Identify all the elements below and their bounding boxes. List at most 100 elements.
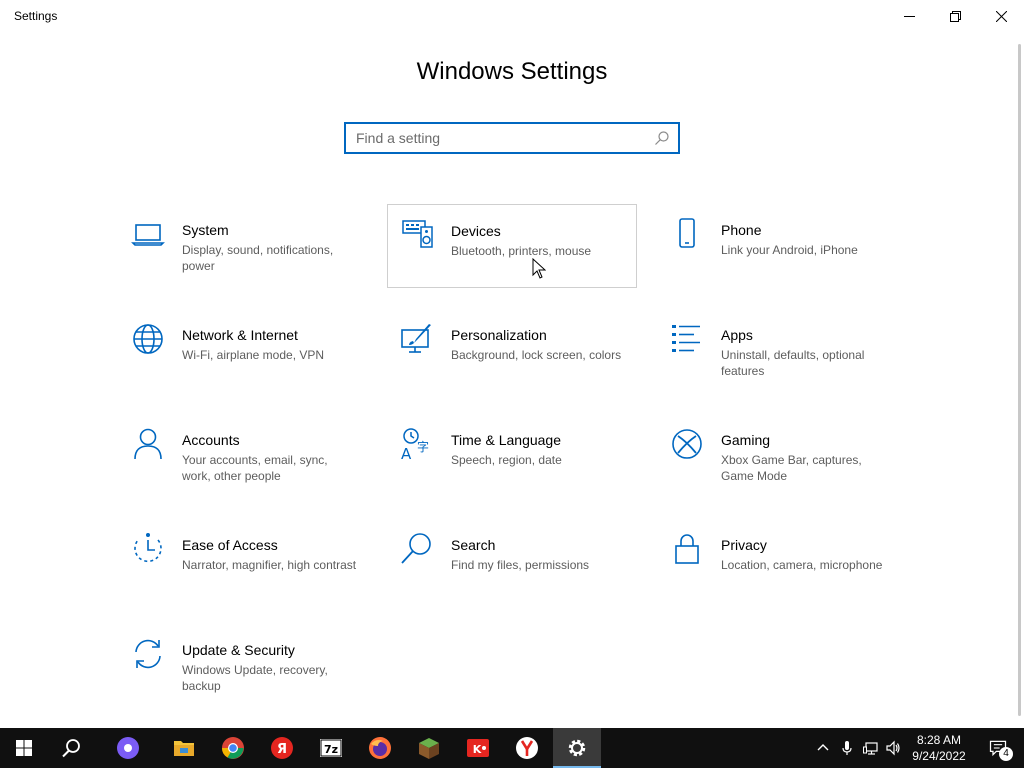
taskbar-app-file-explorer[interactable] [160,728,208,768]
chrome-icon [222,737,244,759]
minimize-button[interactable] [886,0,932,32]
laptop-icon [131,217,165,251]
gear-icon [568,739,586,757]
time-language-icon: A字 [400,427,434,463]
alice-assistant-icon [117,737,139,759]
taskbar-app-firefox[interactable] [356,728,404,768]
network-button[interactable] [859,728,883,768]
tile-label: Network & Internet [182,327,298,343]
tile-phone[interactable]: Phone Link your Android, iPhone [657,205,907,289]
taskbar-app-7zip[interactable]: 7z [307,728,355,768]
restore-icon [949,10,961,22]
svg-text:Я: Я [277,742,287,757]
sync-arrows-icon [131,637,165,671]
tile-description: Speech, region, date [451,453,562,467]
tile-update-security[interactable]: Update & Security Windows Update, recove… [118,625,368,709]
tile-description: Bluetooth, printers, mouse [451,244,592,258]
tile-label: Apps [721,327,753,343]
svg-text:K: K [473,743,482,756]
minecraft-icon [419,738,439,759]
tile-label: Accounts [182,432,240,448]
tile-label: Gaming [721,432,771,448]
svg-text:7z: 7z [324,743,338,756]
search-box[interactable] [344,122,680,154]
tile-description: Find my files, permissions [451,558,590,572]
minimize-icon [903,15,915,17]
taskbar-search-button[interactable] [48,728,96,768]
person-icon [131,427,165,461]
folder-icon [174,741,194,756]
yandex-red-icon: Я [271,737,293,759]
tile-description: Windows Update, recovery, backup [182,663,328,693]
tile-label: Search [451,537,496,553]
taskbar-app-kinopoisk[interactable]: K [454,728,502,768]
tile-label: Phone [721,222,762,238]
tile-label: Personalization [451,327,547,343]
apps-list-icon [670,322,704,356]
tile-label: Privacy [721,537,767,553]
tile-apps[interactable]: Apps Uninstall, defaults, optional featu… [657,310,907,394]
tile-search[interactable]: Search Find my files, permissions [387,520,637,604]
page-title: Windows Settings [416,58,608,85]
tile-ease-of-access[interactable]: Ease of Access Narrator, magnifier, high… [118,520,368,604]
taskbar-app-yandex[interactable]: Я [258,728,306,768]
tile-description: Background, lock screen, colors [451,348,622,362]
volume-icon [886,740,900,756]
tile-label: System [182,222,229,238]
close-button[interactable] [978,0,1024,32]
restore-button[interactable] [932,0,978,32]
windows-logo-icon [16,740,32,756]
taskbar-app-settings[interactable] [553,728,601,768]
tile-label: Ease of Access [182,537,278,553]
tile-personalization[interactable]: Personalization Background, lock screen,… [387,310,637,394]
globe-icon [131,322,165,356]
phone-icon [670,217,704,251]
action-center-button[interactable]: 4 [978,728,1018,768]
show-hidden-icons-button[interactable] [811,728,835,768]
taskbar-app-chrome[interactable] [209,728,257,768]
notification-count-badge: 4 [999,747,1013,761]
tile-description: Your accounts, email, sync, work, other … [182,453,328,483]
tile-gaming[interactable]: Gaming Xbox Game Bar, captures, Game Mod… [657,415,907,499]
paint-monitor-icon [400,322,434,356]
magnifier-icon [400,532,434,566]
clock-date: 9/24/2022 [912,749,966,763]
clock[interactable]: 8:28 AM 9/24/2022 [905,732,973,764]
tile-label: Time & Language [451,432,561,448]
taskbar-app-minecraft[interactable] [405,728,453,768]
tile-accounts[interactable]: Accounts Your accounts, email, sync, wor… [118,415,368,499]
volume-button[interactable] [881,728,905,768]
taskbar-app-yandex-browser[interactable] [503,728,551,768]
search-icon[interactable] [654,130,670,146]
lock-icon [670,532,704,566]
title-bar: Settings [0,0,1024,32]
keyboard-speaker-icon [401,217,435,251]
tile-privacy[interactable]: Privacy Location, camera, microphone [657,520,907,604]
tile-description: Location, camera, microphone [721,558,883,572]
microphone-button[interactable] [835,728,859,768]
tile-network-internet[interactable]: Network & Internet Wi-Fi, airplane mode,… [118,310,368,394]
microphone-icon [842,741,852,755]
network-icon [863,742,878,755]
tile-description: Uninstall, defaults, optional features [721,348,865,378]
tile-description: Xbox Game Bar, captures, Game Mode [721,453,862,483]
tile-description: Wi-Fi, airplane mode, VPN [182,348,325,362]
tile-description: Link your Android, iPhone [721,243,858,257]
yandex-browser-icon [516,737,538,759]
ease-of-access-icon [131,532,165,566]
tile-label: Devices [451,223,501,239]
xbox-icon [670,427,704,461]
tile-description: Narrator, magnifier, high contrast [182,558,357,572]
chevron-up-icon [817,744,829,751]
scrollbar[interactable] [1018,44,1021,716]
window-title: Settings [14,9,58,23]
svg-text:字: 字 [417,439,429,454]
tile-time-language[interactable]: A字 Time & Language Speech, region, date [387,415,637,499]
tile-devices[interactable]: Devices Bluetooth, printers, mouse [387,204,637,288]
tile-system[interactable]: System Display, sound, notifications, po… [118,205,368,289]
taskbar-app-alice[interactable] [104,728,152,768]
search-input[interactable] [346,124,654,152]
start-button[interactable] [0,728,48,768]
kinopoisk-icon: K [467,739,489,757]
7zip-icon: 7z [320,739,342,757]
